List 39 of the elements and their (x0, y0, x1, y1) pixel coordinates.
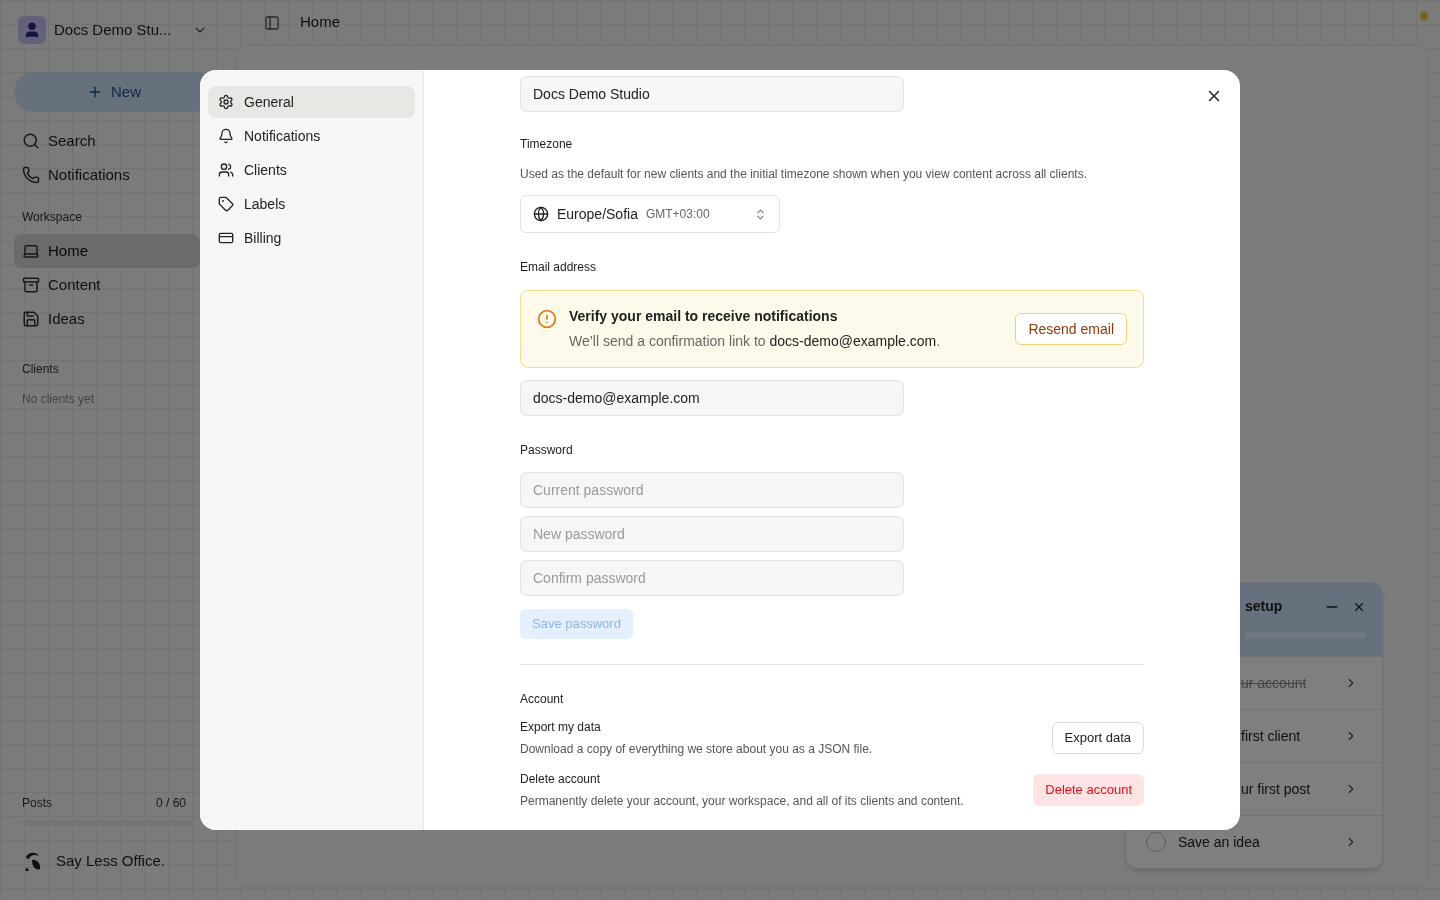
timezone-description: Used as the default for new clients and the initial timezone shown when you view content across all clients. (520, 166, 1088, 183)
workspace-name[interactable]: Docs Demo Stu... (54, 18, 172, 42)
alert-text: We’ll send a confirmation link to docs-demo@example.com. (569, 332, 941, 351)
account-row-description: Permanently delete your account, your workspace, and all of its clients and content. (520, 793, 964, 810)
breadcrumb: Home (300, 12, 340, 33)
password-field[interactable]: Current password (520, 472, 904, 508)
password-field[interactable]: Confirm password (520, 560, 904, 596)
settings-nav-item[interactable]: Billing (208, 222, 415, 254)
timezone-value: Europe/Sofia (557, 204, 638, 224)
alert-title: Verify your email to receive notifications (569, 307, 839, 326)
timezone-offset: GMT+03:00 (645, 206, 710, 223)
account-row-title: Export my data (520, 719, 602, 736)
setup-title: setup (1245, 597, 1283, 616)
timezone-select[interactable]: Europe/Sofia GMT+03:00 (520, 195, 780, 233)
posts-count: 0 / 60 (155, 795, 186, 812)
email-field[interactable]: docs-demo@example.com (520, 380, 904, 416)
step-label: first client (1241, 726, 1302, 746)
sidebar-item[interactable]: Ideas (14, 302, 200, 336)
section-heading: Workspace (21, 209, 83, 226)
resend-email-button[interactable]: Resend email (1015, 313, 1127, 345)
field-label: Email address (520, 259, 598, 276)
section-heading: Clients (22, 361, 59, 378)
account-row-description: Download a copy of everything we store about you as a JSON file. (520, 741, 873, 758)
sidebar-item[interactable]: Content (14, 268, 200, 302)
field-label: Timezone (520, 136, 574, 153)
field-label: Password (520, 442, 574, 459)
posts-label: Posts (22, 795, 52, 812)
settings-nav-item[interactable]: General (208, 86, 415, 118)
step-label: Save an idea (1178, 832, 1261, 852)
sidebar-item[interactable]: Home (14, 234, 200, 268)
workspace-name-field[interactable]: Docs Demo Studio (520, 76, 904, 112)
account-row-title: Delete account (520, 771, 602, 788)
step-label: ur first post (1241, 779, 1312, 799)
step-label: ur account (1241, 673, 1308, 693)
password-field[interactable]: New password (520, 516, 904, 552)
brand-name: Say Less Office. (56, 850, 165, 871)
section-heading: Account (520, 691, 565, 708)
export-data-button[interactable]: Export data (1051, 722, 1144, 754)
delete-account-button[interactable]: Delete account (1033, 774, 1144, 806)
